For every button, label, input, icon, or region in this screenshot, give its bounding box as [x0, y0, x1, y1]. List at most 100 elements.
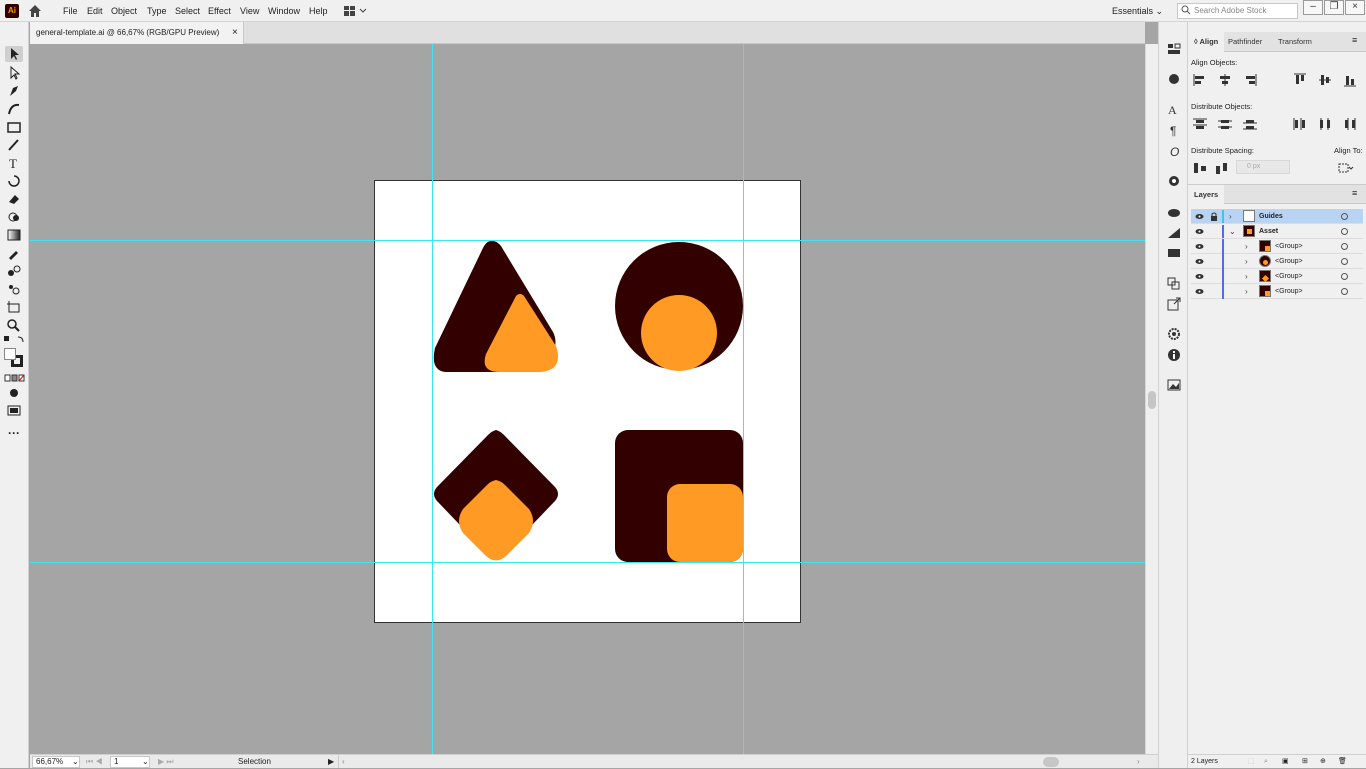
- target-circle-icon[interactable]: [1341, 258, 1348, 265]
- last-artboard-icon[interactable]: ▶ ⏭: [158, 755, 174, 769]
- paintbrush-tool-icon[interactable]: [5, 137, 23, 153]
- arrange-documents-icon[interactable]: [343, 4, 369, 18]
- settings-icon[interactable]: [1166, 327, 1182, 341]
- menu-file[interactable]: File: [63, 0, 78, 22]
- character-icon[interactable]: A: [1166, 102, 1182, 117]
- chevron-right-icon[interactable]: ›: [1245, 239, 1248, 254]
- horizontal-align-left-icon[interactable]: [1192, 73, 1208, 87]
- vertical-align-bottom-icon[interactable]: [1342, 73, 1358, 87]
- eye-icon[interactable]: [1195, 212, 1204, 221]
- chevron-down-icon[interactable]: ⌄: [142, 755, 149, 769]
- blend-tool-icon[interactable]: [5, 263, 23, 279]
- tab-layers[interactable]: Layers: [1188, 185, 1225, 205]
- scroll-left-icon[interactable]: ‹: [342, 755, 345, 769]
- vertical-distribute-space-icon[interactable]: [1192, 161, 1208, 175]
- opentype-icon[interactable]: O: [1166, 144, 1182, 159]
- draw-mode-icon[interactable]: [5, 385, 23, 401]
- vertical-align-top-icon[interactable]: [1292, 73, 1308, 87]
- vertical-distribute-center-icon[interactable]: [1217, 117, 1233, 131]
- status-menu-arrow-icon[interactable]: ▶: [328, 755, 334, 769]
- artboard[interactable]: [374, 180, 801, 623]
- minimize-button[interactable]: –: [1303, 0, 1323, 15]
- create-layer-icon[interactable]: ⊕: [1320, 755, 1326, 769]
- vertical-scrollbar[interactable]: [1145, 44, 1158, 754]
- status-text[interactable]: Selection: [238, 755, 271, 769]
- vertical-align-center-icon[interactable]: [1317, 73, 1333, 87]
- eye-icon[interactable]: [1195, 287, 1204, 296]
- horizontal-guide[interactable]: [30, 562, 1145, 563]
- direct-selection-tool-icon[interactable]: [5, 65, 23, 81]
- zoom-tool-icon[interactable]: [5, 317, 23, 333]
- fill-stroke-swatch[interactable]: [4, 348, 24, 368]
- properties-icon[interactable]: [1166, 42, 1182, 56]
- layer-name[interactable]: Guides: [1259, 209, 1283, 224]
- horizontal-guide[interactable]: [30, 240, 1145, 241]
- curvature-tool-icon[interactable]: [5, 101, 23, 117]
- screen-mode-icon[interactable]: [5, 402, 23, 418]
- selection-tool-icon[interactable]: [5, 46, 23, 62]
- tab-transform[interactable]: Transform: [1272, 32, 1318, 52]
- stock-search-input[interactable]: Search Adobe Stock: [1177, 3, 1298, 19]
- export-icon[interactable]: [1166, 297, 1182, 311]
- menu-view[interactable]: View: [240, 0, 259, 22]
- vertical-distribute-top-icon[interactable]: [1192, 117, 1208, 131]
- scroll-right-icon[interactable]: ›: [1137, 755, 1140, 769]
- eraser-tool-icon[interactable]: [5, 191, 23, 207]
- tab-pathfinder[interactable]: Pathfinder: [1222, 32, 1268, 52]
- menu-select[interactable]: Select: [175, 0, 200, 22]
- layer-name[interactable]: <Group>: [1275, 269, 1303, 284]
- transparency-icon[interactable]: [1166, 246, 1182, 260]
- rotate-tool-icon[interactable]: [5, 173, 23, 189]
- chevron-right-icon[interactable]: ›: [1245, 284, 1248, 299]
- horizontal-distribute-right-icon[interactable]: [1342, 117, 1358, 131]
- panel-menu-icon[interactable]: ≡: [1352, 35, 1357, 45]
- target-circle-icon[interactable]: [1341, 213, 1348, 220]
- eye-icon[interactable]: [1195, 242, 1204, 251]
- horizontal-align-center-icon[interactable]: [1217, 73, 1233, 87]
- menu-type[interactable]: Type: [147, 0, 167, 22]
- gradient-tool-icon[interactable]: [5, 227, 23, 243]
- layer-row-group[interactable]: › <Group>: [1191, 284, 1363, 299]
- close-window-button[interactable]: ×: [1345, 0, 1365, 15]
- layer-name[interactable]: <Group>: [1275, 239, 1303, 254]
- gradient-panel-icon[interactable]: [1166, 226, 1182, 240]
- lock-icon[interactable]: [1210, 212, 1218, 221]
- restore-button[interactable]: ❐: [1324, 0, 1344, 15]
- menu-edit[interactable]: Edit: [87, 0, 103, 22]
- panel-menu-icon[interactable]: ≡: [1352, 188, 1357, 198]
- layer-row-guides[interactable]: › Guides: [1191, 209, 1363, 224]
- more-tools-icon[interactable]: ···: [5, 426, 23, 442]
- eyedropper-tool-icon[interactable]: [5, 245, 23, 261]
- layer-row-group[interactable]: › <Group>: [1191, 269, 1363, 284]
- menu-window[interactable]: Window: [268, 0, 300, 22]
- delete-layer-icon[interactable]: 🗑: [1338, 755, 1347, 769]
- artboard-tool-icon[interactable]: [5, 299, 23, 315]
- horizontal-align-right-icon[interactable]: [1242, 73, 1258, 87]
- symbol-sprayer-tool-icon[interactable]: [5, 281, 23, 297]
- vertical-guide[interactable]: [432, 44, 433, 754]
- color-icon[interactable]: [1166, 174, 1182, 188]
- color-mode-icons[interactable]: [4, 374, 26, 382]
- chevron-right-icon[interactable]: ›: [1245, 269, 1248, 284]
- pen-tool-icon[interactable]: [5, 83, 23, 99]
- target-circle-icon[interactable]: [1341, 288, 1348, 295]
- layer-row-group[interactable]: › <Group>: [1191, 239, 1363, 254]
- create-sublayer-icon[interactable]: ⊞: [1302, 755, 1308, 769]
- workspace-switcher[interactable]: Essentials ⌄: [1112, 0, 1163, 22]
- horizontal-distribute-space-icon[interactable]: [1214, 161, 1230, 175]
- menu-effect[interactable]: Effect: [208, 0, 231, 22]
- home-icon[interactable]: [27, 3, 43, 19]
- layer-name[interactable]: <Group>: [1275, 284, 1303, 299]
- chevron-down-icon[interactable]: ⌄: [72, 755, 79, 769]
- vertical-scroll-thumb[interactable]: [1148, 391, 1156, 409]
- type-tool-icon[interactable]: T: [5, 155, 23, 171]
- layer-row-group[interactable]: › <Group>: [1191, 254, 1363, 269]
- first-artboard-icon[interactable]: ⏮ ◀: [86, 755, 103, 769]
- vertical-distribute-bottom-icon[interactable]: [1242, 117, 1258, 131]
- chevron-right-icon[interactable]: ›: [1245, 254, 1248, 269]
- eye-icon[interactable]: [1195, 227, 1204, 236]
- rectangle-tool-icon[interactable]: [5, 119, 23, 135]
- target-circle-icon[interactable]: [1341, 243, 1348, 250]
- horizontal-distribute-center-icon[interactable]: [1317, 117, 1333, 131]
- layer-name[interactable]: Asset: [1259, 224, 1278, 239]
